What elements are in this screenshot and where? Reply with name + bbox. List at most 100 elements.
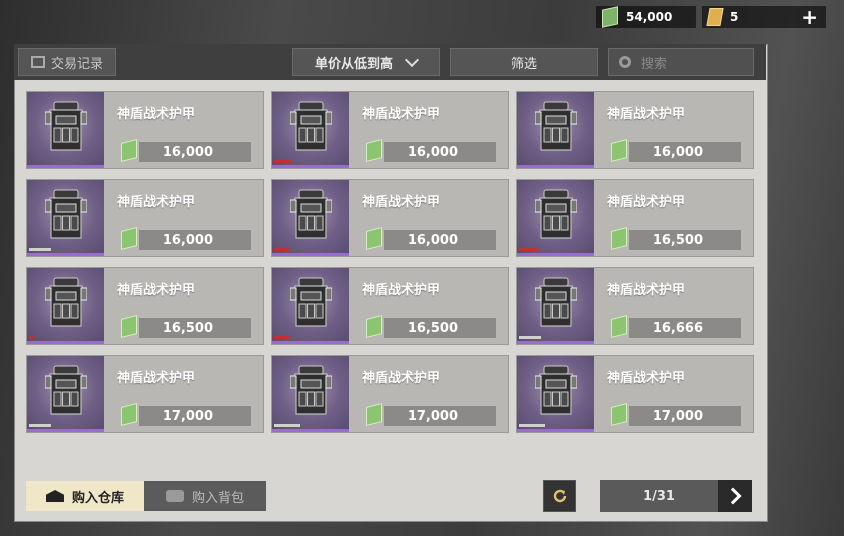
durability-bar	[519, 424, 545, 427]
cash-icon	[121, 139, 137, 162]
item-thumbnail	[27, 180, 104, 256]
search-input[interactable]: 搜索	[608, 48, 754, 76]
cash-icon	[366, 139, 382, 162]
listing-card[interactable]: 神盾战术护甲 17,000	[271, 355, 509, 433]
armor-vest-icon	[45, 365, 87, 415]
listing-card[interactable]: 神盾战术护甲 16,500	[26, 267, 264, 345]
item-name: 神盾战术护甲	[607, 283, 686, 298]
armor-vest-icon	[535, 365, 577, 415]
armor-vest-icon	[535, 101, 577, 151]
item-name: 神盾战术护甲	[362, 371, 441, 386]
item-thumbnail	[272, 180, 349, 256]
armor-vest-icon	[290, 277, 332, 327]
price-value: 17,000	[652, 408, 703, 424]
price-value: 17,000	[162, 408, 213, 424]
durability-bar	[29, 424, 51, 427]
durability-bar	[29, 248, 51, 251]
sort-label: 单价从低到高	[314, 56, 393, 72]
listing-card[interactable]: 神盾战术护甲 16,000	[26, 179, 264, 257]
sort-dropdown[interactable]: 单价从低到高	[292, 48, 440, 76]
search-icon	[619, 56, 631, 68]
armor-vest-icon	[45, 277, 87, 327]
item-price: 16,500	[629, 230, 741, 250]
item-price: 17,000	[139, 406, 251, 426]
item-name: 神盾战术护甲	[117, 195, 196, 210]
cash-icon	[121, 315, 137, 338]
backpack-icon	[165, 490, 184, 502]
item-name: 神盾战术护甲	[117, 283, 196, 298]
durability-bar	[29, 336, 33, 339]
buy-to-warehouse-button[interactable]: 购入仓库	[26, 481, 144, 511]
listing-card[interactable]: 神盾战术护甲 16,000	[271, 179, 509, 257]
cash-icon	[366, 227, 382, 250]
price-value: 16,500	[407, 320, 458, 336]
item-thumbnail	[272, 268, 349, 344]
pagination: 1/31	[600, 480, 752, 512]
armor-vest-icon	[535, 277, 577, 327]
filter-button[interactable]: 筛选	[450, 48, 598, 76]
listing-card[interactable]: 神盾战术护甲 16,000	[26, 91, 264, 169]
armor-vest-icon	[290, 365, 332, 415]
listing-card[interactable]: 神盾战术护甲 16,500	[271, 267, 509, 345]
listing-card[interactable]: 神盾战术护甲 16,500	[516, 179, 754, 257]
price-value: 16,000	[162, 144, 213, 160]
cash-icon	[121, 403, 137, 426]
item-thumbnail	[272, 356, 349, 432]
item-price: 16,000	[629, 142, 741, 162]
cash-icon	[366, 315, 382, 338]
listing-card[interactable]: 神盾战术护甲 16,666	[516, 267, 754, 345]
item-price: 16,500	[384, 318, 496, 338]
item-thumbnail	[517, 268, 594, 344]
cash-icon	[121, 227, 137, 250]
chevron-right-icon	[724, 487, 742, 505]
durability-bar	[274, 336, 289, 339]
item-name: 神盾战术护甲	[607, 107, 686, 122]
price-value: 16,000	[652, 144, 703, 160]
price-value: 16,000	[162, 232, 213, 248]
item-thumbnail	[517, 180, 594, 256]
trade-record-label: 交易记录	[50, 56, 103, 72]
next-page-button[interactable]	[718, 480, 752, 512]
item-name: 神盾战术护甲	[362, 107, 441, 122]
durability-bar	[519, 160, 520, 163]
listing-card[interactable]: 神盾战术护甲 16,000	[516, 91, 754, 169]
armor-vest-icon	[290, 101, 332, 151]
coupon-amount: 5	[730, 10, 739, 24]
item-name: 神盾战术护甲	[362, 195, 441, 210]
warehouse-icon	[45, 490, 64, 502]
money-amount: 54,000	[626, 10, 673, 24]
listing-card[interactable]: 神盾战术护甲 17,000	[516, 355, 754, 433]
item-thumbnail	[272, 92, 349, 168]
coupon-display: 5 +	[702, 6, 826, 28]
item-price: 16,000	[384, 230, 496, 250]
listing-card[interactable]: 神盾战术护甲 16,000	[271, 91, 509, 169]
page-indicator: 1/31	[643, 488, 675, 504]
currency-bar: 54,000 5 +	[590, 6, 826, 28]
item-price: 17,000	[384, 406, 496, 426]
durability-bar	[519, 336, 541, 339]
item-thumbnail	[517, 92, 594, 168]
item-name: 神盾战术护甲	[117, 371, 196, 386]
item-thumbnail	[27, 268, 104, 344]
refresh-button[interactable]	[543, 480, 576, 512]
durability-bar	[274, 248, 289, 251]
item-thumbnail	[27, 92, 104, 168]
item-name: 神盾战术护甲	[607, 371, 686, 386]
cash-icon	[611, 315, 627, 338]
armor-vest-icon	[45, 189, 87, 239]
durability-bar	[29, 160, 30, 163]
listing-card[interactable]: 神盾战术护甲 17,000	[26, 355, 264, 433]
buy-to-bag-button[interactable]: 购入背包	[144, 481, 266, 511]
plus-icon[interactable]: +	[801, 7, 818, 27]
item-price: 16,666	[629, 318, 741, 338]
cash-icon	[611, 403, 627, 426]
trade-record-button[interactable]: 交易记录	[18, 48, 116, 76]
item-name: 神盾战术护甲	[362, 283, 441, 298]
cash-icon	[366, 403, 382, 426]
price-value: 17,000	[407, 408, 458, 424]
money-display: 54,000	[596, 6, 696, 28]
durability-bar	[274, 160, 292, 163]
item-thumbnail	[27, 356, 104, 432]
item-name: 神盾战术护甲	[117, 107, 196, 122]
toolbar: 交易记录 单价从低到高 筛选 搜索	[14, 44, 766, 80]
